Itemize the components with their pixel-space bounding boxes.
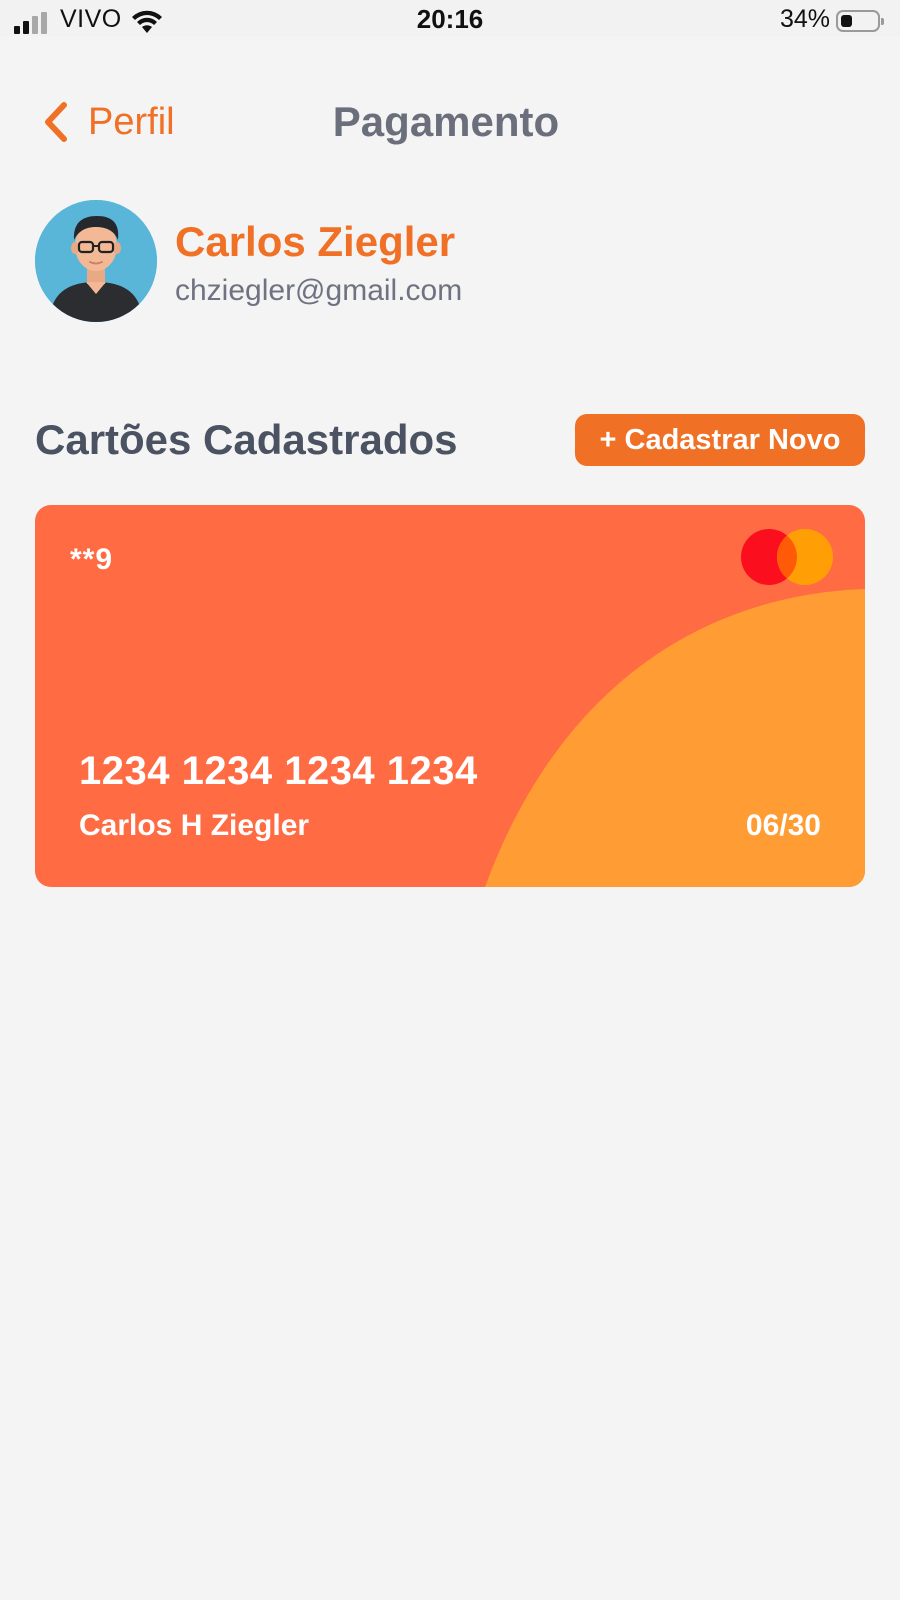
credit-card[interactable]: **9 1234 1234 1234 1234 Carlos H Ziegler… — [35, 505, 865, 887]
user-email: chziegler@gmail.com — [175, 274, 463, 307]
section-title-cards: Cartões Cadastrados — [35, 416, 458, 463]
avatar — [35, 200, 157, 322]
avatar-image — [35, 200, 157, 322]
user-name: Carlos Ziegler — [175, 218, 456, 265]
card-holder-name: Carlos H Ziegler — [79, 809, 310, 842]
card-number: 1234 1234 1234 1234 — [79, 749, 478, 793]
navigation-bar: Perfil Pagamento — [0, 90, 900, 154]
card-masked-number: **9 — [70, 543, 114, 576]
page-title-text: Pagamento — [332, 98, 560, 145]
profile-header: Carlos Ziegler chziegler@gmail.com — [35, 200, 875, 322]
mastercard-icon — [741, 529, 833, 585]
status-time: 20:16 — [416, 4, 484, 34]
battery-percent: 34% — [779, 5, 830, 33]
add-card-button[interactable]: + Cadastrar Novo — [575, 414, 865, 466]
battery-icon — [836, 10, 884, 32]
card-expiry: 06/30 — [745, 809, 821, 842]
status-bar: VIVO 20:16 34% — [0, 0, 900, 36]
page-title: Pagamento — [0, 98, 900, 146]
